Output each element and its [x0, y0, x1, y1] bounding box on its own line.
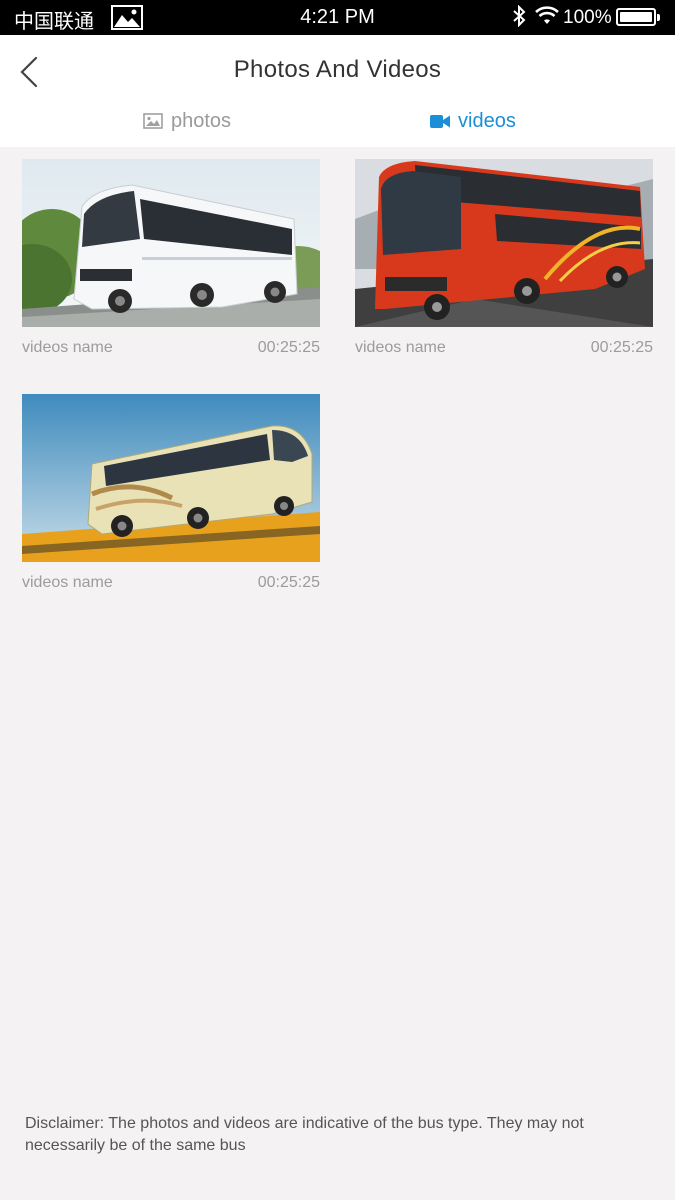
video-name: videos name — [22, 339, 113, 356]
video-thumbnail — [22, 394, 320, 562]
tab-videos-label: videos — [458, 109, 516, 132]
battery-percentage: 100% — [563, 7, 612, 28]
video-meta: videos name 00:25:25 — [355, 339, 653, 361]
tab-photos[interactable]: photos — [143, 106, 231, 136]
image-icon — [143, 113, 163, 129]
video-duration: 00:25:25 — [590, 339, 653, 356]
disclaimer-text: Disclaimer: The photos and videos are in… — [25, 1115, 584, 1154]
video-name: videos name — [355, 339, 446, 356]
video-card[interactable]: videos name 00:25:25 — [355, 159, 653, 356]
status-bar: 中国联通 4:21 PM 100% — [0, 0, 675, 35]
video-card[interactable]: videos name 00:25:25 — [22, 394, 320, 591]
video-meta: videos name 00:25:25 — [22, 574, 320, 596]
bluetooth-icon — [512, 4, 526, 33]
video-thumbnail — [355, 159, 653, 327]
video-thumbnail — [22, 159, 320, 327]
tab-videos[interactable]: videos — [430, 106, 516, 136]
app-header: Photos And Videos photos videos — [0, 35, 675, 147]
video-duration: 00:25:25 — [257, 339, 320, 356]
page-title: Photos And Videos — [233, 56, 442, 83]
video-meta: videos name 00:25:25 — [22, 339, 320, 361]
tab-photos-label: photos — [171, 109, 232, 132]
video-name: videos name — [22, 574, 113, 591]
video-duration: 00:25:25 — [257, 574, 320, 591]
wifi-icon — [535, 6, 559, 26]
video-camera-icon — [430, 114, 450, 129]
video-card[interactable]: videos name 00:25:25 — [22, 159, 320, 356]
battery-icon — [616, 8, 660, 26]
